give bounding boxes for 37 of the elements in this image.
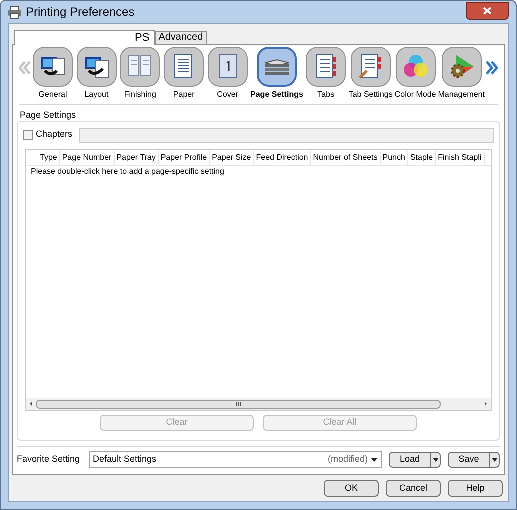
favorite-dropdown[interactable]: Default Settings (modified)	[89, 451, 382, 468]
chapters-field[interactable]	[78, 128, 494, 142]
chapters-checkbox[interactable]: Chapters	[23, 128, 73, 142]
tab[interactable]: PS	[14, 30, 155, 45]
column-header[interactable]: Number of Sheets	[311, 150, 381, 164]
scroll-right-icon[interactable]	[486, 61, 498, 75]
split-button[interactable]: Load	[389, 452, 441, 468]
column-header[interactable]: Paper Tray	[114, 150, 159, 164]
column-header[interactable]: Punch	[380, 150, 408, 164]
scroll-right-arrow-icon[interactable]	[483, 401, 489, 407]
hint-text[interactable]: Please double-click here to add a page-specific setting	[26, 166, 224, 178]
printer-icon	[8, 6, 22, 18]
column-header[interactable]: Type	[38, 150, 60, 164]
group-title: Page Settings	[20, 110, 76, 121]
column-header[interactable]: Paper Profile	[158, 150, 210, 164]
favorite-label: Favorite Setting	[17, 452, 82, 466]
dialog-button[interactable]: Help	[448, 480, 503, 497]
close-icon	[483, 6, 492, 14]
horizontal-scrollbar[interactable]	[26, 398, 491, 410]
settings-table[interactable]: Type Page Number Paper Tray Paper Profile Paper Size Feed Direction Number of Sheets Punch Staple Finish Stapli Please double-click here to add a page-specific setting	[25, 149, 492, 411]
column-header[interactable]: Page Number	[60, 150, 115, 164]
column-header[interactable]: Finish Stapli	[436, 150, 485, 164]
tab[interactable]: Advanced	[154, 31, 208, 44]
dialog-button[interactable]: Cancel	[386, 480, 441, 497]
dropdown-caret-icon	[492, 458, 498, 462]
scrollbar-thumb[interactable]	[36, 400, 441, 408]
dropdown-caret-icon	[371, 458, 378, 462]
column-header[interactable]: Staple	[408, 150, 436, 164]
scroll-left-arrow-icon[interactable]	[28, 401, 34, 407]
dropdown-caret-icon	[432, 458, 438, 462]
column-header[interactable]: Paper Size	[210, 150, 254, 164]
column-header[interactable]: Feed Direction	[254, 150, 312, 164]
dialog-button[interactable]: OK	[324, 480, 379, 497]
close-button[interactable]	[466, 2, 509, 20]
window-title: Printing Preferences	[26, 4, 135, 21]
modified-note: (modified)	[328, 452, 368, 466]
split-button[interactable]: Save	[448, 452, 500, 468]
